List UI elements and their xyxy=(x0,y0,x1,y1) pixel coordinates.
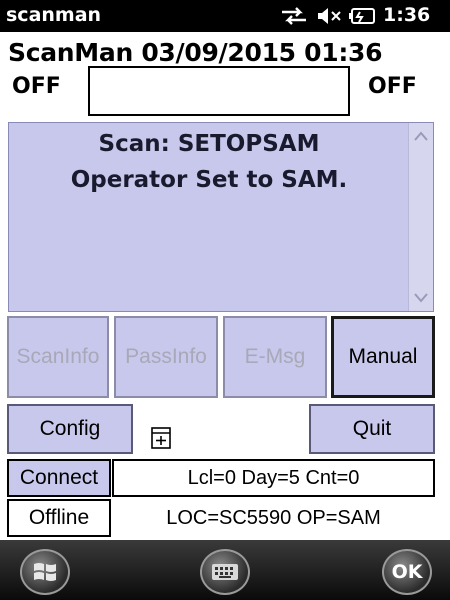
clock: 1:36 xyxy=(383,4,431,26)
manual-button[interactable]: Manual xyxy=(331,316,435,398)
start-button[interactable] xyxy=(20,549,70,595)
scaninfo-button[interactable]: ScanInfo xyxy=(7,316,109,398)
location-display: LOC=SC5590 OP=SAM xyxy=(112,499,435,537)
ok-label: OK xyxy=(391,561,423,583)
offline-status: Offline xyxy=(7,499,111,537)
speaker-icon xyxy=(318,8,341,24)
count-display: Lcl=0 Day=5 Cnt=0 xyxy=(112,459,435,497)
message-scrollbar[interactable] xyxy=(408,123,433,311)
emsg-button[interactable]: E-Msg xyxy=(223,316,327,398)
quit-button[interactable]: Quit xyxy=(309,404,435,454)
status-bar: scanman 1:36 xyxy=(0,0,450,32)
ok-button[interactable]: OK xyxy=(382,549,432,595)
scroll-up-icon[interactable] xyxy=(412,129,430,143)
keypad-icon[interactable] xyxy=(150,426,172,450)
message-line-2: Operator Set to SAM. xyxy=(70,167,348,193)
message-line-1: Scan: SETOPSAM xyxy=(98,131,320,157)
network-sync-icon xyxy=(282,7,306,25)
left-status-label: OFF xyxy=(12,74,61,99)
keyboard-icon xyxy=(212,564,238,580)
scan-input-box[interactable] xyxy=(88,66,350,116)
app-name: scanman xyxy=(6,4,102,26)
connect-button[interactable]: Connect xyxy=(7,459,111,497)
windows-start-icon xyxy=(34,563,56,581)
keyboard-button[interactable] xyxy=(200,549,250,595)
battery-icon xyxy=(349,8,375,24)
scroll-down-icon[interactable] xyxy=(412,291,430,305)
page-title: ScanMan 03/09/2015 01:36 xyxy=(8,38,383,67)
config-button[interactable]: Config xyxy=(7,404,133,454)
message-panel: Scan: SETOPSAM Operator Set to SAM. xyxy=(8,122,434,312)
passinfo-button[interactable]: PassInfo xyxy=(114,316,218,398)
right-status-label: OFF xyxy=(368,74,417,99)
